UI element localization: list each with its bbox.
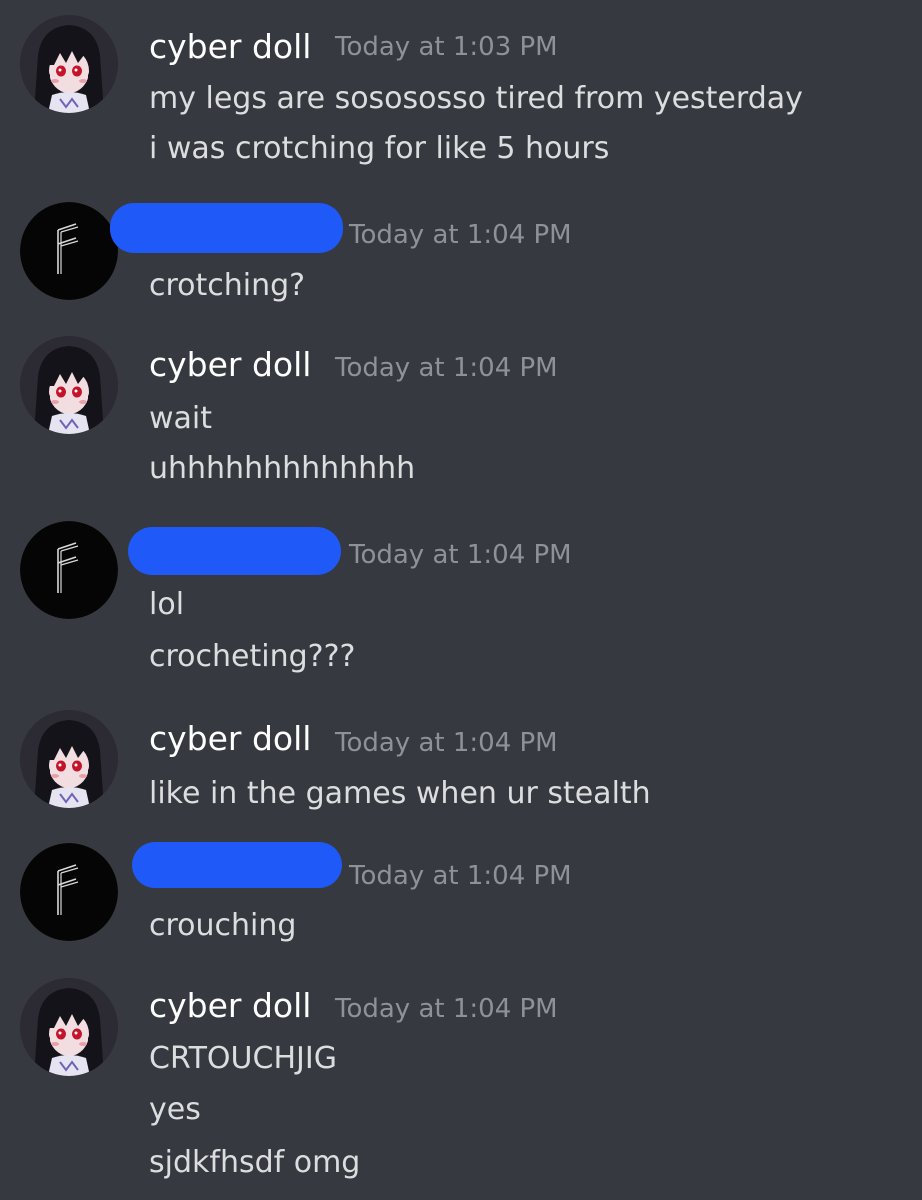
message-text: sjdkfhsdf omg (149, 1145, 361, 1180)
chat-message-list: cyber doll Today at 1:03 PM my legs are … (0, 0, 922, 1200)
redacted-author-name (132, 842, 342, 888)
message-timestamp: Today at 1:04 PM (349, 861, 572, 891)
message-timestamp: Today at 1:04 PM (335, 728, 558, 758)
author-name[interactable]: cyber doll (149, 348, 311, 381)
anime-girl-avatar-icon[interactable] (20, 710, 118, 808)
message-text: crouching (149, 908, 297, 943)
author-name[interactable]: cyber doll (149, 722, 311, 755)
rune-f-avatar-icon[interactable] (20, 202, 118, 300)
message-timestamp: Today at 1:04 PM (349, 540, 572, 570)
message-timestamp: Today at 1:04 PM (349, 220, 572, 250)
message-timestamp: Today at 1:04 PM (335, 353, 558, 383)
redacted-author-name (110, 203, 343, 253)
message-text: lol (149, 587, 185, 622)
message-text: uhhhhhhhhhhhhh (149, 451, 416, 486)
anime-girl-avatar-icon[interactable] (20, 978, 118, 1076)
message-text: like in the games when ur stealth (149, 776, 651, 811)
message-timestamp: Today at 1:04 PM (335, 994, 558, 1024)
author-name[interactable]: cyber doll (149, 30, 311, 63)
message-text: my legs are sosososso tired from yesterd… (149, 81, 803, 116)
message-timestamp: Today at 1:03 PM (335, 32, 558, 62)
message-text: yes (149, 1092, 201, 1127)
rune-f-avatar-icon[interactable] (20, 843, 118, 941)
anime-girl-avatar-icon[interactable] (20, 15, 118, 113)
message-text: crocheting??? (149, 639, 356, 674)
message-text: crotching? (149, 268, 306, 303)
message-text: CRTOUCHJIG (149, 1041, 337, 1076)
message-text: i was crotching for like 5 hours (149, 131, 610, 166)
anime-girl-avatar-icon[interactable] (20, 336, 118, 434)
rune-f-avatar-icon[interactable] (20, 521, 118, 619)
redacted-author-name (128, 527, 341, 575)
author-name[interactable]: cyber doll (149, 989, 311, 1022)
message-text: wait (149, 401, 213, 436)
